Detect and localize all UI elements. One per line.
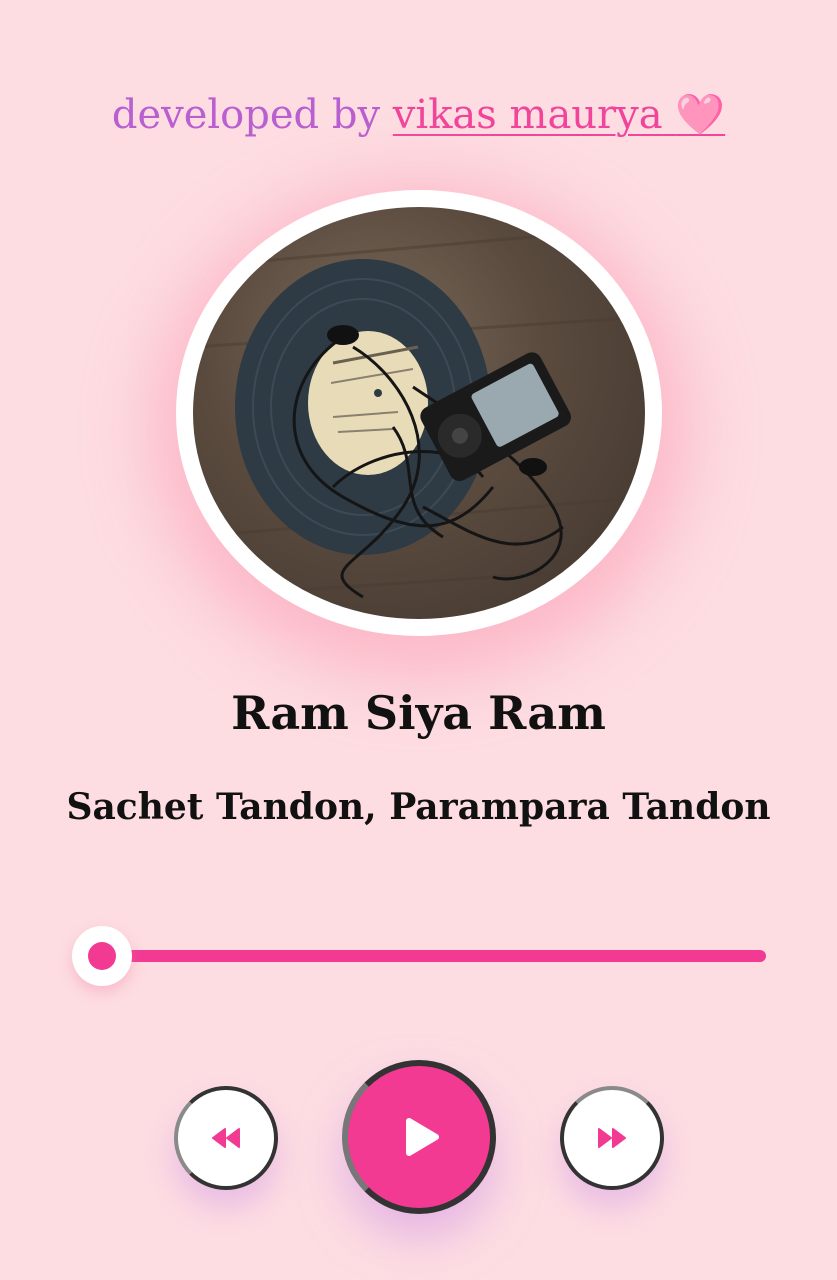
next-button[interactable] (560, 1086, 664, 1190)
progress-thumb-dot (88, 942, 116, 970)
heart-icon: 🩷 (675, 92, 726, 138)
progress-track[interactable] (102, 950, 766, 962)
progress-slider[interactable] (72, 926, 768, 986)
cover-photo (193, 207, 645, 619)
developer-credit: developed by vikas maurya 🩷 (0, 88, 837, 142)
previous-button[interactable] (174, 1086, 278, 1190)
earbud-icon (327, 325, 359, 345)
rewind-icon (212, 1128, 240, 1148)
author-link[interactable]: vikas maurya 🩷 (393, 92, 725, 138)
album-cover (176, 190, 662, 636)
earbud-icon (519, 458, 547, 476)
play-button[interactable] (342, 1060, 496, 1214)
play-icon (406, 1118, 439, 1156)
progress-thumb[interactable] (72, 926, 132, 986)
credit-prefix: developed by (111, 92, 381, 138)
song-title: Ram Siya Ram (231, 686, 606, 740)
cover-illustration (193, 225, 645, 599)
author-name: vikas maurya (392, 92, 663, 138)
fast-forward-icon (598, 1128, 626, 1148)
song-artist: Sachet Tandon, Parampara Tandon (66, 786, 771, 828)
